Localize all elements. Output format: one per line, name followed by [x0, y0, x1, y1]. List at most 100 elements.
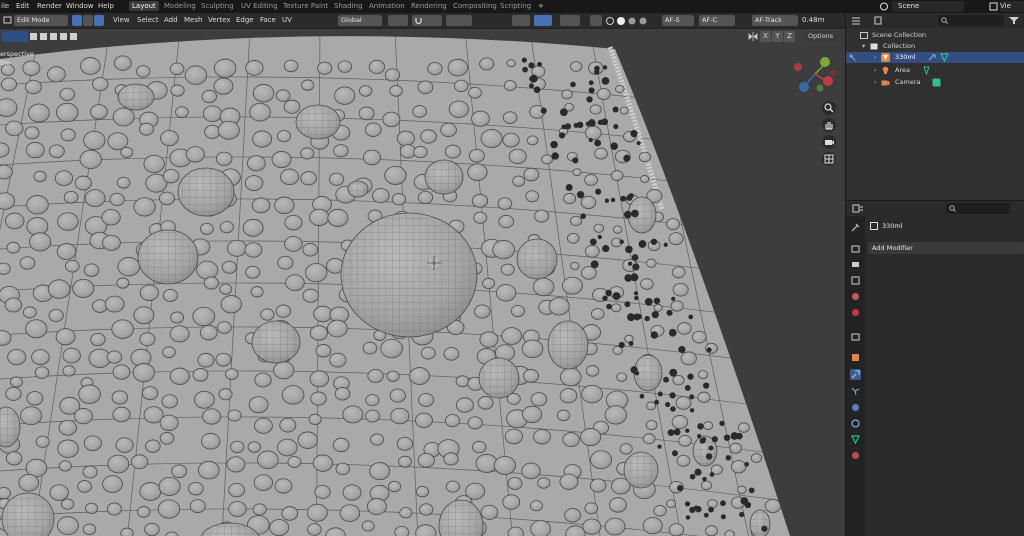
outliner-editor-icon[interactable] [851, 16, 861, 25]
3d-viewport[interactable]: erspective Blo X Y Z Options [0, 29, 845, 536]
menu-select[interactable]: Select [137, 16, 159, 24]
view-layer-tab-icon[interactable] [850, 275, 861, 286]
xray-toggle[interactable] [590, 15, 602, 26]
expand-area-icon[interactable]: › [874, 65, 877, 76]
visibility-selector[interactable] [512, 15, 530, 26]
menu-render[interactable]: Render [37, 2, 62, 10]
mesh-bump [564, 508, 582, 523]
tab-layout[interactable]: Layout [129, 1, 159, 11]
material-tab-icon[interactable] [850, 450, 861, 461]
menu-add[interactable]: Add [164, 16, 178, 24]
tab-scripting[interactable]: Scripting [500, 2, 531, 10]
transform-orientation-selector[interactable]: Global [338, 15, 382, 26]
vertex-select-button[interactable] [72, 15, 82, 26]
mesh-bump [471, 193, 489, 208]
af-s-button[interactable]: AF-S [662, 15, 694, 26]
properties-tab-sidebar [846, 216, 865, 536]
menu-edge[interactable]: Edge [236, 16, 254, 24]
context-object-name: 330ml [882, 222, 903, 230]
expand-camera-icon[interactable]: › [874, 77, 877, 88]
outliner-item-330ml[interactable]: › 330ml [846, 52, 1024, 63]
af-track-button[interactable]: AF-Track [752, 15, 798, 26]
mesh-hole [650, 238, 658, 245]
tab-animation[interactable]: Animation [369, 2, 405, 10]
data-tab-icon[interactable] [850, 434, 861, 445]
focus-distance[interactable]: 0.48m [802, 16, 824, 24]
properties-search-input[interactable] [946, 203, 1010, 214]
render-tab-icon[interactable] [850, 243, 861, 254]
add-modifier-button[interactable]: Add Modifier [868, 242, 1024, 254]
filter-icon[interactable] [1008, 16, 1020, 25]
snap-selector[interactable] [412, 15, 442, 26]
mesh-hole [610, 197, 616, 203]
af-c-button[interactable]: AF-C [699, 15, 735, 26]
outliner-item-area[interactable]: › Area [846, 65, 1024, 76]
face-select-button[interactable] [94, 15, 104, 26]
editor-type-icon[interactable] [3, 16, 13, 25]
menu-mesh[interactable]: Mesh [184, 16, 202, 24]
proportional-edit-selector[interactable] [446, 15, 472, 26]
menu-file[interactable]: ile [1, 2, 9, 10]
menu-uv[interactable]: UV [282, 16, 292, 24]
scene-tab-icon[interactable] [850, 291, 861, 302]
tab-uv-editing[interactable]: UV Editing [241, 2, 278, 10]
mesh-bump [275, 89, 291, 102]
output-tab-icon[interactable] [850, 259, 861, 270]
pivot-point-selector[interactable] [388, 15, 408, 26]
camera-view-icon[interactable] [822, 135, 836, 149]
menu-face[interactable]: Face [260, 16, 276, 24]
outliner-item-camera[interactable]: › Camera [846, 77, 1024, 88]
object-tab-icon[interactable] [850, 352, 861, 363]
constraints-tab-icon[interactable] [850, 418, 861, 429]
shading-modes[interactable] [605, 16, 655, 26]
menu-window[interactable]: Window [66, 2, 94, 10]
menu-view[interactable]: View [113, 16, 130, 24]
scene-icon[interactable] [879, 2, 889, 11]
tab-shading[interactable]: Shading [334, 2, 362, 10]
mesh-hole [634, 370, 640, 376]
tab-texture-paint[interactable]: Texture Paint [283, 2, 328, 10]
scene-collection-row[interactable]: Scene Collection [846, 30, 1024, 41]
menu-help[interactable]: Help [98, 2, 114, 10]
properties-editor-icon[interactable] [852, 204, 864, 213]
tab-compositing[interactable]: Compositing [453, 2, 497, 10]
navigation-gizmo[interactable] [790, 53, 840, 95]
outliner-search-input[interactable] [938, 15, 1004, 26]
collection-row[interactable]: ▾ Collection [846, 41, 1024, 52]
collection-tab-icon[interactable] [850, 331, 861, 342]
mesh-hole [706, 347, 712, 353]
menu-edit[interactable]: Edit [16, 2, 30, 10]
tab-modeling[interactable]: Modeling [164, 2, 196, 10]
physics-tab-icon[interactable] [850, 402, 861, 413]
mesh-hole [665, 402, 671, 408]
tab-rendering[interactable]: Rendering [411, 2, 447, 10]
mirror-z-toggle[interactable]: Z [784, 31, 795, 42]
expand-collection-icon[interactable]: ▾ [862, 41, 865, 52]
tool-options-strip[interactable] [30, 32, 110, 41]
add-workspace-button[interactable]: + [538, 2, 544, 10]
edge-select-button[interactable] [83, 15, 93, 26]
menu-vertex[interactable]: Vertex [208, 16, 231, 24]
options-dropdown[interactable]: Options [805, 31, 844, 42]
tab-sculpting[interactable]: Sculpting [201, 2, 234, 10]
scene-selector[interactable]: Scene [892, 1, 964, 12]
ortho-grid-icon[interactable] [822, 152, 836, 166]
world-tab-icon[interactable] [850, 307, 861, 318]
viewport-canvas[interactable] [0, 29, 845, 536]
mesh-bump [380, 338, 403, 359]
modifier-tab-icon[interactable] [850, 369, 861, 380]
mode-selector[interactable]: Edit Mode [14, 15, 68, 26]
particles-tab-icon[interactable] [850, 386, 861, 397]
pan-hand-icon[interactable] [822, 118, 836, 132]
select-box-tool[interactable] [2, 31, 28, 42]
view-layer-selector[interactable]: Vie [1000, 1, 1024, 12]
overlay-toggle[interactable] [560, 15, 580, 26]
gizmo-toggle[interactable] [534, 15, 552, 26]
mirror-x-toggle[interactable]: X [760, 31, 771, 42]
tool-tab-icon[interactable] [850, 222, 861, 233]
mirror-y-toggle[interactable]: Y [772, 31, 783, 42]
expand-object-icon[interactable]: › [874, 52, 877, 63]
mesh-hole [703, 382, 710, 389]
display-mode-icon[interactable] [874, 16, 888, 25]
zoom-icon[interactable] [822, 101, 836, 115]
